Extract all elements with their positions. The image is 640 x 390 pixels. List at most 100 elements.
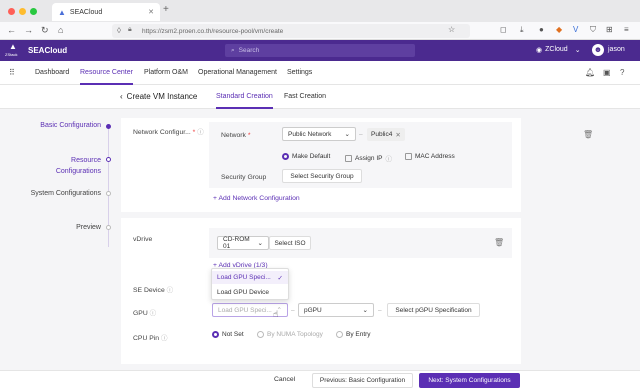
- apps-grid-icon[interactable]: ⠿: [9, 68, 15, 77]
- cancel-button[interactable]: Cancel: [274, 376, 295, 383]
- home-icon[interactable]: ⌂: [58, 25, 63, 35]
- gpu-dropdown-menu: Load GPU Speci... ✓ Load GPU Device: [211, 268, 289, 300]
- tab-fast-creation[interactable]: Fast Creation: [284, 85, 326, 109]
- step-preview[interactable]: Preview: [50, 224, 101, 231]
- step-basic-configuration[interactable]: Basic Configuration: [20, 122, 101, 129]
- browser-tab-bar: ▲ SEACloud ✕ +: [0, 0, 640, 22]
- user-name[interactable]: jason: [608, 46, 625, 53]
- step-resource-configurations[interactable]: Resource Configurations: [30, 155, 101, 177]
- bell-icon[interactable]: 🔔︎: [585, 68, 595, 77]
- se-device-label: SE Device ⓘ: [133, 287, 174, 294]
- extension-dark-icon[interactable]: ●: [539, 25, 544, 34]
- vdrive-box: CD-ROM 01 ⌄ Select ISO 🗑︎: [209, 228, 512, 258]
- cpu-pin-label: CPU Pin ⓘ: [133, 335, 168, 342]
- step-dot-pending-2: [106, 225, 111, 230]
- page-title[interactable]: ‹ Create VM Instance: [120, 92, 197, 101]
- dash-separator-gpu: –: [291, 307, 295, 314]
- step-dot-current: [106, 157, 111, 162]
- avatar[interactable]: ☻: [592, 44, 604, 56]
- make-default-radio[interactable]: Make Default: [282, 153, 330, 160]
- cpu-pin-by-entry-radio[interactable]: By Entry: [336, 331, 371, 338]
- extension-orange-icon[interactable]: ◆: [556, 25, 562, 34]
- url-text: https://zsm2.proen.co.th/resource-pool/v…: [142, 27, 284, 35]
- tab-standard-creation[interactable]: Standard Creation: [216, 85, 273, 109]
- delete-vdrive-icon[interactable]: 🗑︎: [494, 238, 504, 247]
- nav-platform-om[interactable]: Platform O&M: [144, 61, 188, 85]
- network-tag: Public4 ✕: [367, 128, 405, 141]
- tab-favicon-icon: ▲: [58, 7, 66, 17]
- shield-icon: ◊: [117, 26, 121, 35]
- browser-tab[interactable]: ▲ SEACloud ✕: [52, 3, 160, 21]
- shield-ext-icon[interactable]: ⛉: [590, 25, 596, 35]
- dash-separator: –: [359, 131, 363, 138]
- network-config-label: Network Configur... * ⓘ: [133, 129, 204, 136]
- vdrive-label: vDrive: [133, 236, 153, 243]
- menu-icon[interactable]: ≡: [624, 25, 629, 34]
- search-icon: ⌕: [231, 46, 235, 54]
- back-chevron-icon[interactable]: ‹: [120, 92, 123, 101]
- maximize-window-icon[interactable]: [30, 8, 37, 15]
- minimize-window-icon[interactable]: [19, 8, 26, 15]
- network-config-box: Network * Public Network ⌄ – Public4 ✕ 🗑︎ …: [209, 122, 593, 188]
- close-window-icon[interactable]: [8, 8, 15, 15]
- gpu-option-load-device[interactable]: Load GPU Device: [212, 286, 288, 299]
- security-group-label: Security Group: [221, 174, 267, 181]
- brand-logo-caption: ZStack: [5, 52, 18, 57]
- lock-icon: 🔒︎: [128, 26, 132, 33]
- help-icon[interactable]: ?: [620, 68, 624, 77]
- previous-button[interactable]: Previous: Basic Configuration: [312, 373, 413, 388]
- chevron-down-icon: ⌄: [257, 240, 263, 247]
- forward-icon[interactable]: →: [24, 25, 33, 35]
- cpu-pin-numa-radio[interactable]: By NUMA Topology: [257, 331, 323, 338]
- tag-close-icon[interactable]: ✕: [395, 131, 400, 139]
- gpu-label: GPU ⓘ: [133, 310, 157, 317]
- browser-toolbar: ← → ↻ ⌂ ◊ 🔒︎ https://zsm2.proen.co.th/re…: [0, 22, 640, 40]
- select-pgpu-spec-button[interactable]: Select pGPU Specification: [387, 303, 480, 317]
- main-nav: ⠿ Dashboard Resource Center Platform O&M…: [0, 61, 640, 85]
- assign-ip-checkbox[interactable]: Assign IP ⓘ: [345, 153, 392, 163]
- cpu-pin-not-set-radio[interactable]: Not Set: [212, 331, 244, 338]
- tab-close-icon[interactable]: ✕: [148, 8, 154, 16]
- check-icon: ✓: [277, 274, 283, 282]
- gpu-option-load-spec[interactable]: Load GPU Speci... ✓: [212, 271, 288, 284]
- select-security-group-button[interactable]: Select Security Group: [282, 169, 362, 183]
- download-icon[interactable]: ⤓: [520, 25, 524, 35]
- cdrom-select[interactable]: CD-ROM 01 ⌄: [217, 236, 269, 250]
- url-field[interactable]: ◊ 🔒︎ https://zsm2.proen.co.th/resource-p…: [112, 24, 470, 38]
- bookmark-star-icon[interactable]: ☆: [448, 25, 455, 34]
- page-subheader: ‹ Create VM Instance Standard Creation F…: [0, 85, 640, 109]
- extensions-puzzle-icon[interactable]: ⊞: [606, 25, 613, 34]
- hand-cursor-icon: ☝︎: [273, 309, 279, 319]
- nav-operational-management[interactable]: Operational Management: [198, 61, 277, 85]
- chevron-down-icon: ⌄: [362, 307, 368, 314]
- nav-settings[interactable]: Settings: [287, 61, 312, 85]
- step-dot-done: [106, 124, 111, 129]
- extension-v-icon[interactable]: V: [573, 25, 578, 34]
- brand-logo-icon: ▲: [9, 42, 17, 51]
- zone-selector[interactable]: ◉ ZCloud ⌄: [536, 46, 581, 54]
- new-tab-icon[interactable]: +: [163, 4, 169, 15]
- select-iso-button[interactable]: Select ISO: [269, 236, 311, 250]
- pgpu-select[interactable]: pGPU ⌄: [298, 303, 374, 317]
- zone-name: ZCloud: [545, 46, 568, 53]
- clipboard-icon[interactable]: ▣: [603, 68, 611, 77]
- next-button[interactable]: Next: System Configurations: [419, 373, 520, 388]
- delete-network-icon[interactable]: 🗑︎: [583, 130, 593, 139]
- tab-title: SEACloud: [69, 8, 103, 16]
- network-type-select[interactable]: Public Network ⌄: [282, 127, 356, 141]
- app-header: ▲ ZStack SEACloud ⌕ Search ◉ ZCloud ⌄ ☻ …: [0, 40, 640, 61]
- location-icon: ◉: [536, 47, 543, 54]
- search-placeholder: Search: [238, 47, 260, 54]
- pocket-icon[interactable]: ◻: [500, 25, 507, 34]
- mac-address-checkbox[interactable]: MAC Address: [405, 153, 455, 160]
- reload-icon[interactable]: ↻: [41, 25, 49, 36]
- step-dot-pending: [106, 191, 111, 196]
- network-label: Network *: [221, 132, 251, 139]
- add-network-config-link[interactable]: + Add Network Configuration: [213, 195, 300, 202]
- dash-separator-pgpu: –: [378, 307, 382, 314]
- nav-dashboard[interactable]: Dashboard: [35, 61, 69, 85]
- nav-resource-center[interactable]: Resource Center: [80, 61, 133, 85]
- back-icon[interactable]: ←: [7, 25, 16, 35]
- global-search-input[interactable]: ⌕ Search: [225, 44, 415, 57]
- step-system-configurations[interactable]: System Configurations: [10, 190, 101, 197]
